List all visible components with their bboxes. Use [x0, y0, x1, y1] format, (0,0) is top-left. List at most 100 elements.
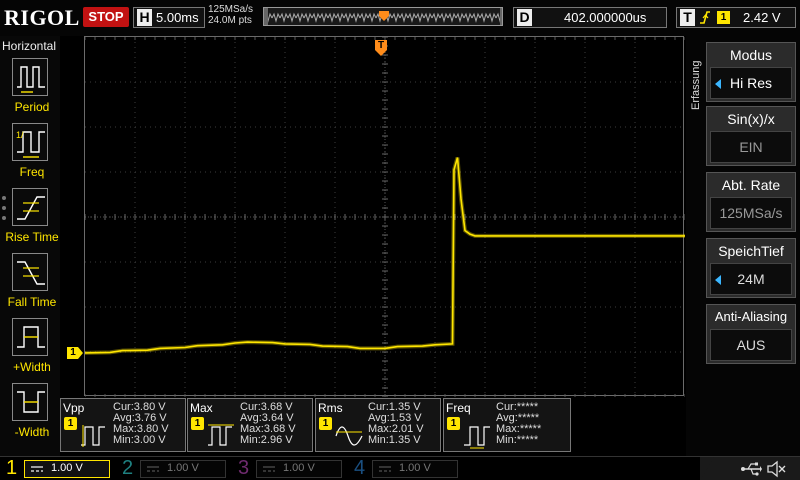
acquire-menu-title-text: Erfassung	[690, 60, 702, 110]
top-status-bar: RIGOL STOP H 5.00ms 125MSa/s 24.0M pts D…	[0, 0, 800, 36]
memory-depth-label: SpeichTief	[718, 243, 784, 259]
channel1-trace	[84, 157, 685, 354]
anti-aliasing-label: Anti-Aliasing	[714, 309, 788, 324]
memory-overview-bar[interactable]	[263, 7, 503, 26]
trigger-position-label: T	[377, 40, 385, 51]
trigger-source-badge: 1	[717, 11, 730, 24]
rising-edge-icon	[699, 9, 711, 31]
measurement-vpp-name: Vpp	[63, 401, 85, 415]
channel-bar: 1 1.00 V 2 1.00 V 3 1.00 V 4 1.00 V	[0, 456, 800, 480]
system-status-area	[700, 457, 800, 480]
anti-aliasing-button[interactable]: Anti-Aliasing AUS	[706, 304, 796, 364]
channel-2-number: 2	[122, 457, 134, 479]
measure-period-button[interactable]: Period	[8, 58, 58, 120]
measure-freq-button[interactable]: 1/ Freq	[8, 123, 58, 185]
measurement-rms-name: Rms	[318, 401, 343, 415]
measurement-vpp-source: 1	[64, 417, 77, 430]
anti-aliasing-value: AUS	[710, 329, 792, 361]
acquire-mode-label: Modus	[729, 47, 773, 63]
negative-width-label: -Width	[14, 425, 50, 439]
graticule	[84, 36, 686, 398]
measurement-rms-min: Min:1.35 V	[368, 434, 421, 446]
sinx-value: EIN	[710, 131, 792, 163]
measurement-freq-values: Cur:***** Avg:***** Max:***** Min:*****	[496, 402, 541, 446]
freq-icon: 1/	[12, 123, 48, 161]
measurement-max-source: 1	[191, 417, 204, 430]
measure-positive-width-button[interactable]: +Width	[8, 318, 58, 380]
sample-rate-button[interactable]: Abt. Rate 125MSa/s	[706, 172, 796, 232]
brand-logo: RIGOL	[4, 5, 80, 31]
dc-coupling-icon	[30, 462, 44, 480]
measure-menu: Horizontal Period 1/ Freq Rise Time Fall…	[0, 36, 60, 456]
measure-fall-time-button[interactable]: Fall Time	[8, 253, 58, 315]
speaker-muted-icon[interactable]	[766, 460, 786, 480]
usb-icon[interactable]	[740, 461, 762, 480]
measurement-freq[interactable]: Freq 1 Cur:***** Avg:***** Max:***** Min…	[443, 398, 571, 452]
memory-depth-button[interactable]: SpeichTief 24M	[706, 238, 796, 298]
measurement-vpp-values: Cur:3.80 V Avg:3.76 V Max:3.80 V Min:3.0…	[113, 402, 169, 446]
rise-time-label: Rise Time	[5, 230, 59, 244]
measurement-vpp[interactable]: Vpp 1 Cur:3.80 V Avg:3.76 V Max:3.80 V M…	[60, 398, 186, 452]
positive-width-label: +Width	[13, 360, 51, 374]
channel-4-box: 1.00 V	[372, 460, 458, 478]
fall-time-icon	[12, 253, 48, 291]
sample-info: 125MSa/s 24.0M pts	[208, 4, 253, 26]
period-label: Period	[14, 100, 50, 114]
channel1-offset-marker[interactable]: 1	[67, 347, 83, 359]
acquire-mode-value-text: Hi Res	[729, 75, 772, 91]
trigger-position-marker[interactable]: T	[375, 40, 387, 56]
timebase-display[interactable]: H 5.00ms	[133, 7, 205, 28]
channel-3-scale: 1.00 V	[283, 462, 315, 474]
measurement-max-name: Max	[190, 401, 213, 415]
run-stop-status[interactable]: STOP	[83, 7, 129, 27]
channel-3-box: 1.00 V	[256, 460, 342, 478]
memory-depth-value: 24M	[710, 263, 792, 295]
waveform-display[interactable]	[84, 36, 686, 398]
dc-coupling-icon	[378, 462, 392, 480]
channel-3-status[interactable]: 3 1.00 V	[232, 457, 348, 480]
measurement-freq-name: Freq	[446, 401, 471, 415]
channel-4-number: 4	[354, 457, 366, 479]
channel-4-status[interactable]: 4 1.00 V	[348, 457, 464, 480]
brand-text: RIGOL	[4, 5, 80, 30]
rise-time-icon	[12, 188, 48, 226]
channel-3-number: 3	[238, 457, 250, 479]
menu-select-arrow-icon	[715, 79, 721, 89]
acquire-menu-title: Erfassung	[690, 48, 704, 110]
measurement-vpp-min: Min:3.00 V	[113, 434, 166, 446]
measurement-rms-source: 1	[319, 417, 332, 430]
trigger-letter: T	[680, 9, 695, 26]
delay-display[interactable]: D 402.000000us	[513, 7, 667, 28]
dc-coupling-icon	[262, 462, 276, 480]
measurement-freq-source: 1	[447, 417, 460, 430]
measure-rise-time-button[interactable]: Rise Time	[5, 188, 59, 250]
freq-meas-icon	[462, 421, 492, 449]
positive-width-icon	[12, 318, 48, 356]
timebase-letter: H	[137, 9, 152, 26]
measurement-freq-min: Min:*****	[496, 434, 539, 446]
measure-negative-width-button[interactable]: -Width	[8, 383, 58, 445]
trigger-display[interactable]: T 1 2.42 V	[676, 7, 796, 28]
sinx-button[interactable]: Sin(x)/x EIN	[706, 106, 796, 166]
sample-rate-value: 125MSa/s	[710, 197, 792, 229]
sample-rate: 125MSa/s	[208, 4, 254, 15]
delay-letter: D	[517, 9, 532, 26]
channel-1-scale: 1.00 V	[51, 462, 83, 474]
memory-depth-value-text: 24M	[737, 271, 765, 287]
menu-page-dots	[2, 196, 6, 226]
channel-1-status[interactable]: 1 1.00 V	[0, 457, 116, 480]
acquire-mode-value: Hi Res	[710, 67, 792, 99]
channel-2-status[interactable]: 2 1.00 V	[116, 457, 232, 480]
measurement-max-values: Cur:3.68 V Avg:3.64 V Max:3.68 V Min:2.9…	[240, 402, 296, 446]
channel-4-scale: 1.00 V	[399, 462, 431, 474]
measurement-rms[interactable]: Rms 1 Cur:1.35 V Avg:1.53 V Max:2.01 V M…	[315, 398, 441, 452]
channel1-offset-label: 1	[70, 347, 76, 358]
period-icon	[12, 58, 48, 96]
acquire-mode-button[interactable]: Modus Hi Res	[706, 42, 796, 102]
svg-text:1/: 1/	[16, 130, 24, 140]
measurement-max-min: Min:2.96 V	[240, 434, 293, 446]
measurement-max[interactable]: Max 1 Cur:3.68 V Avg:3.64 V Max:3.68 V M…	[187, 398, 313, 452]
timebase-value: 5.00ms	[156, 10, 199, 25]
negative-width-icon	[12, 383, 48, 421]
rms-icon	[334, 421, 364, 449]
